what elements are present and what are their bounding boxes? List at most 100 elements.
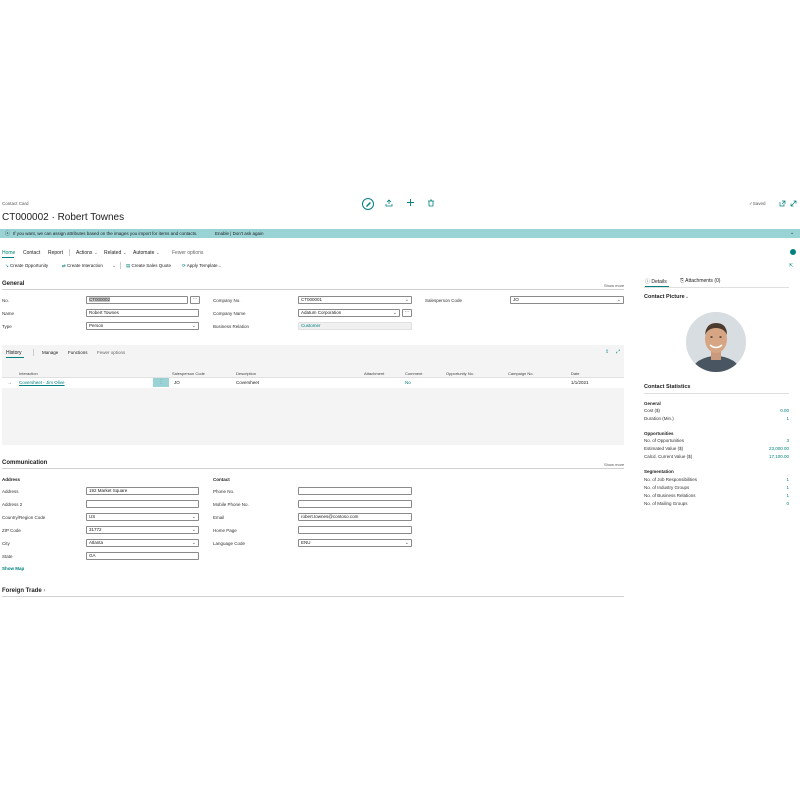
menu-automate[interactable]: Automate ⌄ (133, 250, 160, 256)
plus-icon (407, 199, 414, 206)
row-date: 1/1/2021 (571, 380, 589, 385)
no-value: CT000002 (89, 297, 111, 302)
col-campaign-no[interactable]: Campaign No. (508, 371, 534, 376)
type-select[interactable]: Person ⌄ (86, 322, 199, 330)
menu-actions[interactable]: Actions ⌄ (76, 250, 98, 256)
create-opportunity-button[interactable]: ↘ Create Opportunity (5, 263, 48, 269)
share-button[interactable] (385, 199, 393, 209)
stat-label: Calcd. Current Value ($) (644, 454, 693, 459)
menu-fewer-options[interactable]: Fewer options (172, 250, 203, 256)
row-menu-button[interactable]: ⋮ (153, 378, 169, 387)
company-no-select[interactable]: CT000001 ⌄ (298, 296, 412, 304)
col-salesperson-code[interactable]: Salesperson Code (172, 371, 205, 376)
contact-picture-title[interactable]: Contact Picture⌄ (644, 294, 689, 300)
business-relation-value[interactable]: Customer (298, 322, 412, 330)
stat-value[interactable]: 0.00 (780, 408, 789, 413)
menu-report[interactable]: Report (48, 250, 63, 256)
stat-value[interactable]: 1 (786, 416, 789, 421)
stat-cost: Cost ($) 0.00 (644, 408, 789, 413)
history-tab-functions[interactable]: Functions (68, 350, 88, 355)
foreign-trade-title: Foreign Trade (2, 588, 42, 594)
address-field[interactable]: 192 Market Square (86, 487, 199, 495)
stat-value[interactable]: 3 (786, 438, 789, 443)
template-icon: ⟳ (182, 263, 186, 268)
communication-section-title[interactable]: Communication (2, 460, 47, 466)
company-name-lookup-button[interactable]: ··· (402, 309, 412, 317)
phone-label: Phone No. (213, 489, 235, 494)
show-map-link[interactable]: Show Map (2, 566, 24, 571)
chevron-down-icon[interactable]: ⌄ (790, 230, 794, 236)
share-icon[interactable]: ⇪ (605, 349, 609, 355)
email-field[interactable]: robert.townes@contoso.com (298, 513, 412, 521)
stat-label: Cost ($) (644, 408, 661, 413)
city-select[interactable]: Atlanta ⌄ (86, 539, 199, 547)
contact-group-header: Contact (213, 477, 230, 482)
factbox-tab-attachments[interactable]: ⎘ Attachments (0) (680, 278, 720, 284)
stat-value[interactable]: 23,000.00 (769, 446, 789, 451)
history-tab-manage[interactable]: Manage (42, 350, 58, 355)
state-field[interactable]: GA (86, 552, 199, 560)
factbox-tab-details[interactable]: ⓘ Details (645, 278, 667, 285)
open-new-window-button[interactable] (779, 200, 786, 209)
info-icon: ⓘ (645, 279, 651, 285)
salesperson-code-select[interactable]: JO ⌄ (510, 296, 624, 304)
stat-value[interactable]: 1 (786, 493, 789, 498)
language-select[interactable]: ENU ⌄ (298, 539, 412, 547)
no-lookup-button[interactable]: ··· (190, 296, 200, 304)
row-comment[interactable]: No (405, 380, 411, 385)
mobile-field[interactable] (298, 500, 412, 508)
communication-show-more[interactable]: Show more (604, 462, 624, 467)
delete-button[interactable] (427, 199, 435, 209)
edit-button[interactable] (362, 198, 374, 210)
col-opportunity-no[interactable]: Opportunity No. (446, 371, 474, 376)
expand-icon[interactable]: ⤢ (616, 349, 620, 355)
expand-button[interactable] (790, 200, 797, 209)
banner-actions[interactable]: Enable | Don't ask again (215, 231, 264, 236)
foreign-trade-section[interactable]: Foreign Trade › (2, 588, 45, 594)
menu-home-underline (2, 257, 14, 258)
breadcrumb[interactable]: Contact Card (2, 201, 29, 206)
info-pane-icon[interactable] (790, 249, 796, 255)
menu-contact[interactable]: Contact (23, 250, 40, 256)
communication-divider (2, 468, 624, 469)
history-tab-history[interactable]: History (6, 350, 22, 356)
homepage-field[interactable] (298, 526, 412, 534)
col-comment[interactable]: Comment (405, 371, 422, 376)
pin-icon[interactable]: ⇱ (789, 263, 793, 269)
history-tab-fewer-options[interactable]: Fewer options (97, 350, 125, 355)
stat-value[interactable]: 1 (786, 477, 789, 482)
col-interaction[interactable]: Interaction (19, 371, 38, 376)
stat-estimated-value: Estimated Value ($) 23,000.00 (644, 446, 789, 451)
col-date[interactable]: Date (571, 371, 579, 376)
company-name-select[interactable]: Adatum Corporation ⌄ (298, 309, 400, 317)
general-section-title[interactable]: General (2, 281, 24, 287)
phone-field[interactable] (298, 487, 412, 495)
interaction-dropdown[interactable]: ⌄ (112, 263, 116, 269)
col-description[interactable]: Description (236, 371, 256, 376)
general-show-more[interactable]: Show more (604, 283, 624, 288)
stat-value[interactable]: 0 (786, 501, 789, 506)
no-field[interactable]: CT000002 (86, 296, 188, 304)
menu-home[interactable]: Home (2, 250, 15, 256)
contact-statistics-title[interactable]: Contact Statistics (644, 384, 690, 390)
stat-label: Duration (Min.) (644, 416, 674, 421)
share-icon (385, 199, 393, 207)
new-button[interactable] (406, 198, 415, 209)
create-sales-quote-button[interactable]: ▤ Create Sales Quote (126, 263, 171, 269)
col-attachment[interactable]: Attachment (364, 371, 384, 376)
create-interaction-button[interactable]: ⇄ Create Interaction (62, 263, 103, 269)
apply-template-button[interactable]: ⟳ Apply Template... (182, 263, 221, 269)
name-field[interactable]: Robert Townes (86, 309, 199, 317)
zip-select[interactable]: 31772 ⌄ (86, 526, 199, 534)
stat-value[interactable]: 17,100.00 (769, 454, 789, 459)
stat-value[interactable]: 1 (786, 485, 789, 490)
address2-field[interactable] (86, 500, 199, 508)
menu-related[interactable]: Related ⌄ (104, 250, 127, 256)
country-select[interactable]: US ⌄ (86, 513, 199, 521)
stat-no-opportunities: No. of Opportunities 3 (644, 438, 789, 443)
table-row[interactable]: → Coversheet - Jim Olive ⋮ JO Coversheet… (2, 378, 624, 388)
pencil-icon (366, 202, 371, 207)
contact-photo[interactable] (686, 312, 746, 372)
interaction-link[interactable]: Coversheet - Jim Olive (19, 380, 65, 385)
type-label: Type (2, 324, 12, 329)
